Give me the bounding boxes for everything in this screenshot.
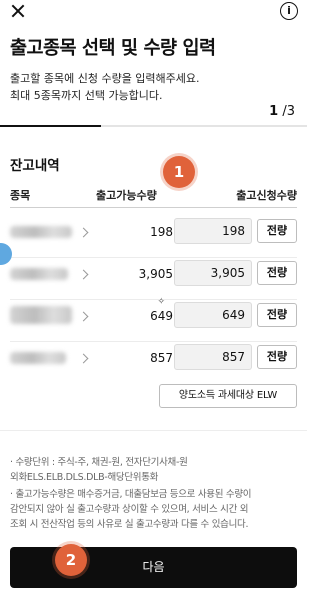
- page-title: 출고종목 선택 및 수량 입력: [10, 38, 216, 59]
- stock-name-blurred[interactable]: [10, 268, 68, 280]
- column-header-request: 출고신청수량: [236, 189, 297, 202]
- stock-name-blurred[interactable]: [10, 226, 72, 238]
- all-quantity-button[interactable]: 전량: [257, 219, 297, 243]
- note-line: 조회 시 전산작업 등의 사유로 실 출고수량과 다를 수 있습니다.: [10, 519, 249, 530]
- column-header-available: 출고가능수량: [96, 189, 157, 202]
- all-quantity-button[interactable]: 전량: [257, 345, 297, 369]
- request-quantity-input[interactable]: 198: [174, 218, 252, 244]
- sparkle-icon: ✧: [157, 297, 165, 307]
- info-icon[interactable]: i: [280, 2, 298, 20]
- close-icon[interactable]: [10, 3, 26, 19]
- available-quantity: 198: [150, 225, 173, 239]
- chevron-right-icon[interactable]: [78, 269, 89, 280]
- holding-row: 198 198 전량: [10, 216, 297, 258]
- description-line-1: 출고할 종목에 신청 수량을 입력해주세요.: [10, 72, 200, 85]
- chevron-right-icon[interactable]: [78, 311, 89, 322]
- chevron-right-icon[interactable]: [78, 227, 89, 238]
- elw-tax-button[interactable]: 양도소득 과세대상 ELW: [159, 384, 297, 408]
- all-quantity-button[interactable]: 전량: [257, 303, 297, 327]
- progress-bar: [0, 125, 307, 127]
- step-total: /3: [282, 104, 295, 119]
- notes-divider: [0, 430, 307, 431]
- stock-name-blurred[interactable]: [10, 306, 72, 324]
- progress-fill: [0, 125, 102, 127]
- holding-row: 3,905 3,905 전량: [10, 258, 297, 300]
- request-quantity-input[interactable]: 857: [174, 344, 252, 370]
- note-line: · 수량단위 : 주식-주, 채권-원, 전자단기사채-원: [10, 457, 188, 468]
- section-title: 잔고내역: [10, 158, 60, 174]
- available-quantity: 3,905: [138, 267, 173, 281]
- description-line-2: 최대 5종목까지 선택 가능합니다.: [10, 89, 163, 102]
- page-description: 출고할 종목에 신청 수량을 입력해주세요. 최대 5종목까지 선택 가능합니다…: [10, 70, 200, 104]
- note-line: 감안되지 않아 실 출고수량과 상이할 수 있으며, 서비스 시간 외: [10, 504, 249, 515]
- note-line: · 출고가능수량은 매수증거금, 대출담보금 등으로 사용된 수량이: [10, 489, 252, 500]
- step-current: 1: [269, 104, 279, 119]
- column-header-name: 종목: [10, 189, 31, 202]
- stock-name-blurred[interactable]: [10, 352, 66, 364]
- available-quantity: 857: [150, 351, 173, 365]
- annotation-badge-1: 1: [163, 156, 195, 188]
- note-line: 외화ELS.ELB.DLS.DLB-해당단위통화: [10, 472, 159, 483]
- request-quantity-input[interactable]: 3,905: [174, 260, 252, 286]
- annotation-badge-2: 2: [55, 544, 87, 576]
- next-button[interactable]: 다음: [10, 547, 297, 588]
- header-divider: [10, 207, 297, 208]
- step-indicator: 1 /3: [269, 104, 295, 119]
- chevron-right-icon[interactable]: [78, 353, 89, 364]
- all-quantity-button[interactable]: 전량: [257, 261, 297, 285]
- holding-row: 857 857 전량: [10, 342, 297, 384]
- holding-row: ✧ 649 649 전량: [10, 297, 297, 342]
- available-quantity: 649: [150, 309, 173, 323]
- request-quantity-input[interactable]: 649: [174, 302, 252, 328]
- top-bar: i: [0, 0, 307, 30]
